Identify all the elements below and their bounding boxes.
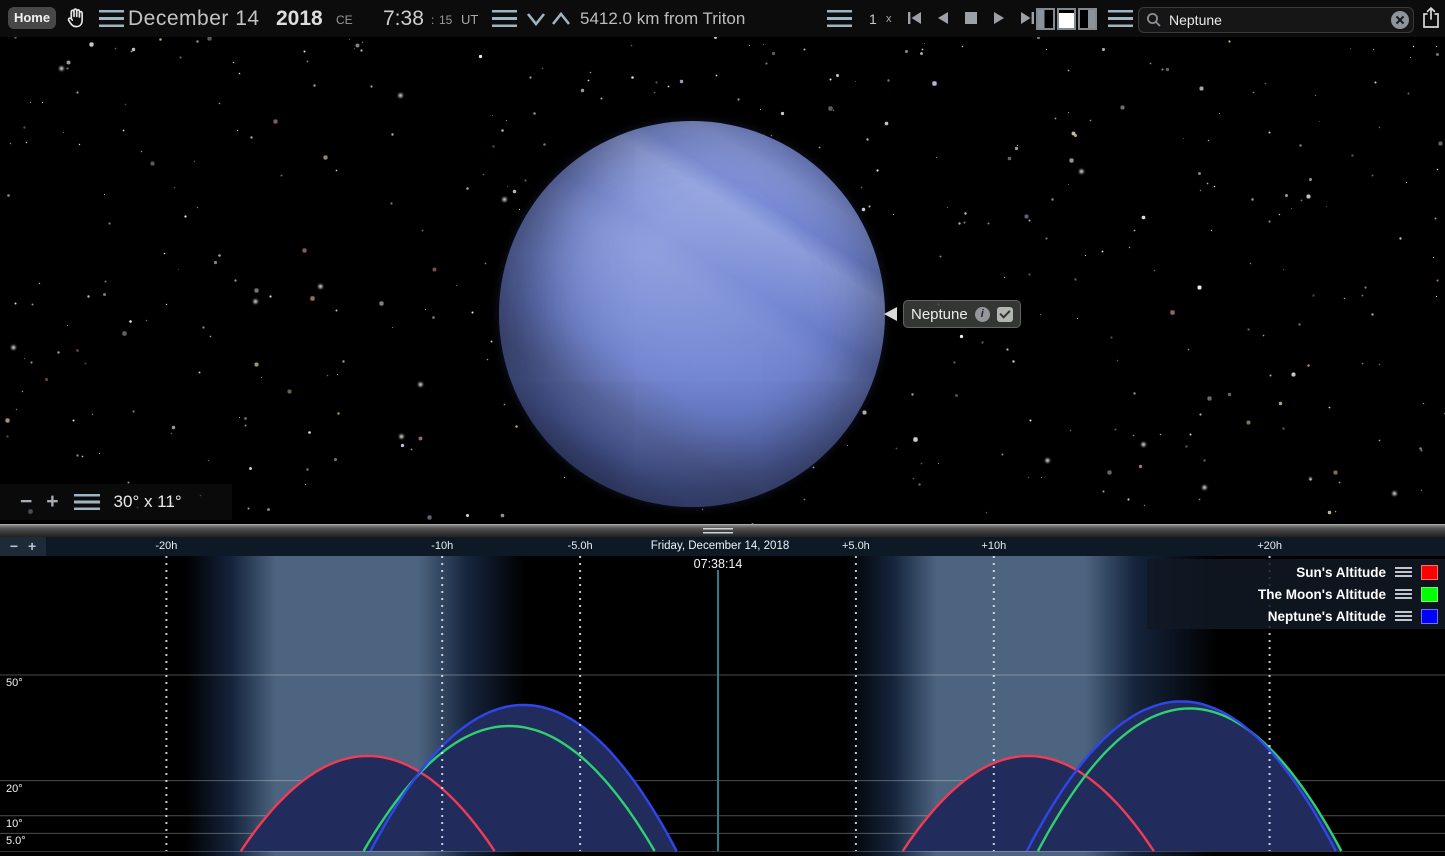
selection-arrow-icon: [884, 307, 897, 321]
rate-menu-icon[interactable]: [827, 10, 852, 27]
skysafari-app: Home December 14 2018 CE 7:38 : 15 UT 54…: [0, 0, 1445, 856]
graph-time-axis-header: − + Friday, December 14, 2018 -20h -10h -5…: [0, 537, 1445, 556]
legend-row[interactable]: Sun's Altitude: [1147, 561, 1445, 583]
legend-label: Neptune's Altitude: [1268, 609, 1386, 624]
legend-label: Sun's Altitude: [1296, 565, 1386, 580]
starfield: [0, 37, 1, 38]
legend-menu-icon[interactable]: [1395, 611, 1412, 621]
object-label-pill[interactable]: Neptune i: [903, 300, 1021, 328]
altitude-axis-label: 10°: [6, 818, 23, 830]
divider-grip-icon[interactable]: [703, 528, 733, 534]
toolbar-time-separator: :: [431, 13, 434, 27]
home-button[interactable]: Home: [8, 7, 56, 29]
zoom-out-button[interactable]: −: [20, 490, 32, 514]
stop-button[interactable]: [961, 10, 981, 26]
toolbar-era: CE: [336, 13, 353, 27]
legend-color-swatch[interactable]: [1421, 565, 1438, 580]
legend-color-swatch[interactable]: [1421, 587, 1438, 602]
legend-row[interactable]: Neptune's Altitude: [1147, 605, 1445, 627]
time-rate-value[interactable]: 1: [869, 11, 877, 27]
fov-bar: − + 30° x 11°: [0, 484, 232, 520]
time-menu-icon[interactable]: [492, 10, 517, 27]
search-icon: [1146, 12, 1162, 28]
time-tick-label: -10h: [431, 540, 453, 552]
graph-zoom-in-button[interactable]: +: [28, 537, 36, 556]
skip-to-end-button[interactable]: [1017, 10, 1037, 26]
left-panel-toggle-icon[interactable]: [1036, 8, 1055, 30]
toolbar-year[interactable]: 2018: [276, 7, 323, 31]
step-back-button[interactable]: [933, 10, 953, 26]
graph-legend: Sun's Altitude The Moon's Altitude Neptune…: [1147, 559, 1445, 629]
legend-label: The Moon's Altitude: [1258, 587, 1386, 602]
object-info-icon[interactable]: i: [975, 307, 990, 322]
time-rate-unit: x: [886, 13, 892, 25]
object-name[interactable]: Neptune: [911, 306, 968, 323]
clear-search-icon[interactable]: [1391, 11, 1409, 29]
chevron-up-icon[interactable]: [551, 12, 571, 26]
graph-plot-area[interactable]: 07:38:14 Sun's Altitude The Moon's Altitu…: [0, 556, 1445, 856]
altitude-axis-label: 5.0°: [6, 835, 26, 847]
altitude-axis-label: 50°: [6, 677, 23, 689]
time-tick-label: +20h: [1257, 540, 1282, 552]
legend-menu-icon[interactable]: [1395, 589, 1412, 599]
legend-menu-icon[interactable]: [1395, 567, 1412, 577]
search-menu-icon[interactable]: [1108, 10, 1133, 27]
time-tick-label: +10h: [981, 540, 1006, 552]
skip-to-start-button[interactable]: [905, 10, 925, 26]
pan-hand-icon[interactable]: [64, 6, 89, 31]
altitude-graph-panel: − + Friday, December 14, 2018 -20h -10h -5…: [0, 537, 1445, 856]
top-toolbar: Home December 14 2018 CE 7:38 : 15 UT 54…: [0, 0, 1445, 38]
legend-color-swatch[interactable]: [1421, 609, 1438, 624]
time-tick-label: -20h: [155, 540, 177, 552]
date-menu-icon[interactable]: [99, 10, 124, 27]
bottom-panel-toggle-icon[interactable]: [1057, 8, 1076, 30]
right-panel-toggle-icon[interactable]: [1078, 8, 1097, 30]
time-tick-label: -5.0h: [568, 540, 593, 552]
play-button[interactable]: [989, 10, 1009, 26]
current-time-readout: 07:38:14: [694, 557, 743, 571]
toolbar-timezone[interactable]: UT: [461, 12, 478, 27]
graph-zoom-out-button[interactable]: −: [10, 537, 18, 556]
fov-menu-icon[interactable]: [74, 494, 100, 510]
graph-date-label: Friday, December 14, 2018: [651, 540, 790, 552]
legend-row[interactable]: The Moon's Altitude: [1147, 583, 1445, 605]
toolbar-date[interactable]: December 14: [128, 7, 260, 31]
share-icon[interactable]: [1421, 6, 1441, 30]
chevron-down-icon[interactable]: [526, 12, 546, 26]
toolbar-seconds[interactable]: 15: [439, 13, 452, 27]
zoom-in-button[interactable]: +: [46, 490, 58, 514]
object-selected-checkbox[interactable]: [997, 307, 1013, 322]
toolbar-time[interactable]: 7:38: [383, 7, 424, 31]
sky-view[interactable]: Neptune i − + 30° x 11°: [0, 37, 1445, 524]
time-tick-label: +5.0h: [842, 540, 870, 552]
altitude-axis-label: 20°: [6, 783, 23, 795]
panel-divider[interactable]: [0, 524, 1445, 537]
graph-zoom-controls: − +: [0, 537, 46, 556]
distance-readout[interactable]: 5412.0 km from Triton: [580, 9, 745, 29]
search-input[interactable]: [1167, 9, 1381, 31]
fov-value: 30° x 11°: [114, 492, 182, 512]
neptune-planet[interactable]: [499, 121, 885, 507]
search-field[interactable]: [1138, 7, 1414, 33]
